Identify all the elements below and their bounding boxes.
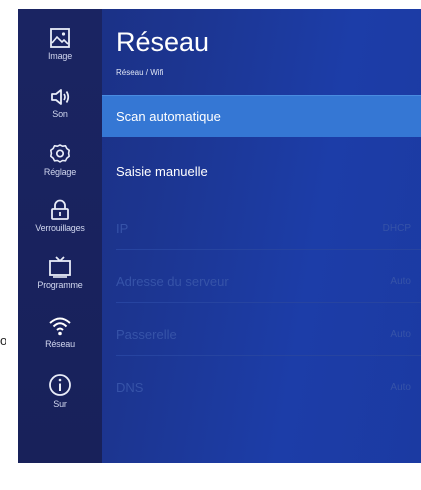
menu-item-label: Passerelle <box>116 326 177 342</box>
sidebar-item-programme[interactable]: Programme <box>18 256 102 314</box>
menu-item-label: DNS <box>116 379 144 395</box>
sidebar: Image Son Réglage Verrouillages Programm… <box>18 9 102 463</box>
tv-settings-screen: Image Son Réglage Verrouillages Programm… <box>18 9 421 463</box>
gear-icon <box>49 143 71 165</box>
sidebar-item-reglage[interactable]: Réglage <box>18 143 102 201</box>
lock-icon <box>49 199 71 221</box>
menu-item-value: DHCP <box>382 222 411 234</box>
sidebar-item-verrouillages[interactable]: Verrouillages <box>18 199 102 257</box>
menu-item-value: Auto <box>390 275 411 287</box>
sidebar-item-label: Son <box>52 109 68 119</box>
wifi-icon <box>48 315 72 337</box>
sidebar-item-label: Réglage <box>43 167 77 177</box>
page-title: Réseau <box>116 27 210 57</box>
speaker-icon <box>49 87 71 107</box>
divider <box>116 249 421 250</box>
cropped-edge-text: ot <box>0 333 6 348</box>
menu-item-scan-automatique[interactable]: Scan automatique <box>102 95 421 137</box>
main-panel: Réseau Réseau / Wifi Scan automatique Sa… <box>102 9 421 463</box>
menu-item-adresse-serveur[interactable]: Adresse du serveur Auto <box>102 260 421 302</box>
divider <box>116 302 421 303</box>
breadcrumb: Réseau / Wifi <box>116 68 164 77</box>
menu-item-label: Saisie manuelle <box>116 163 208 179</box>
sidebar-item-label: Programme <box>37 280 83 290</box>
menu-item-label: IP <box>116 220 129 236</box>
sidebar-item-sur[interactable]: Sur <box>18 373 102 431</box>
menu-item-saisie-manuelle[interactable]: Saisie manuelle <box>102 150 421 192</box>
menu-item-value: Auto <box>390 381 411 393</box>
menu-item-dns[interactable]: DNS Auto <box>102 366 421 408</box>
sidebar-item-image[interactable]: Image <box>18 27 102 85</box>
menu-item-value: Auto <box>390 328 411 340</box>
sidebar-item-label: Réseau <box>45 339 75 349</box>
sidebar-item-reseau[interactable]: Réseau <box>18 315 102 373</box>
sidebar-item-son[interactable]: Son <box>18 87 102 145</box>
info-icon <box>48 373 72 397</box>
sidebar-item-label: Sur <box>53 399 67 409</box>
sidebar-item-label: Image <box>47 51 72 61</box>
divider <box>116 355 421 356</box>
menu-item-label: Adresse du serveur <box>116 273 229 289</box>
sidebar-item-label: Verrouillages <box>35 223 85 233</box>
image-icon <box>49 27 71 49</box>
menu-item-passerelle[interactable]: Passerelle Auto <box>102 313 421 355</box>
tv-icon <box>48 256 72 278</box>
menu-item-ip[interactable]: IP DHCP <box>102 207 421 249</box>
menu-item-label: Scan automatique <box>116 109 221 124</box>
